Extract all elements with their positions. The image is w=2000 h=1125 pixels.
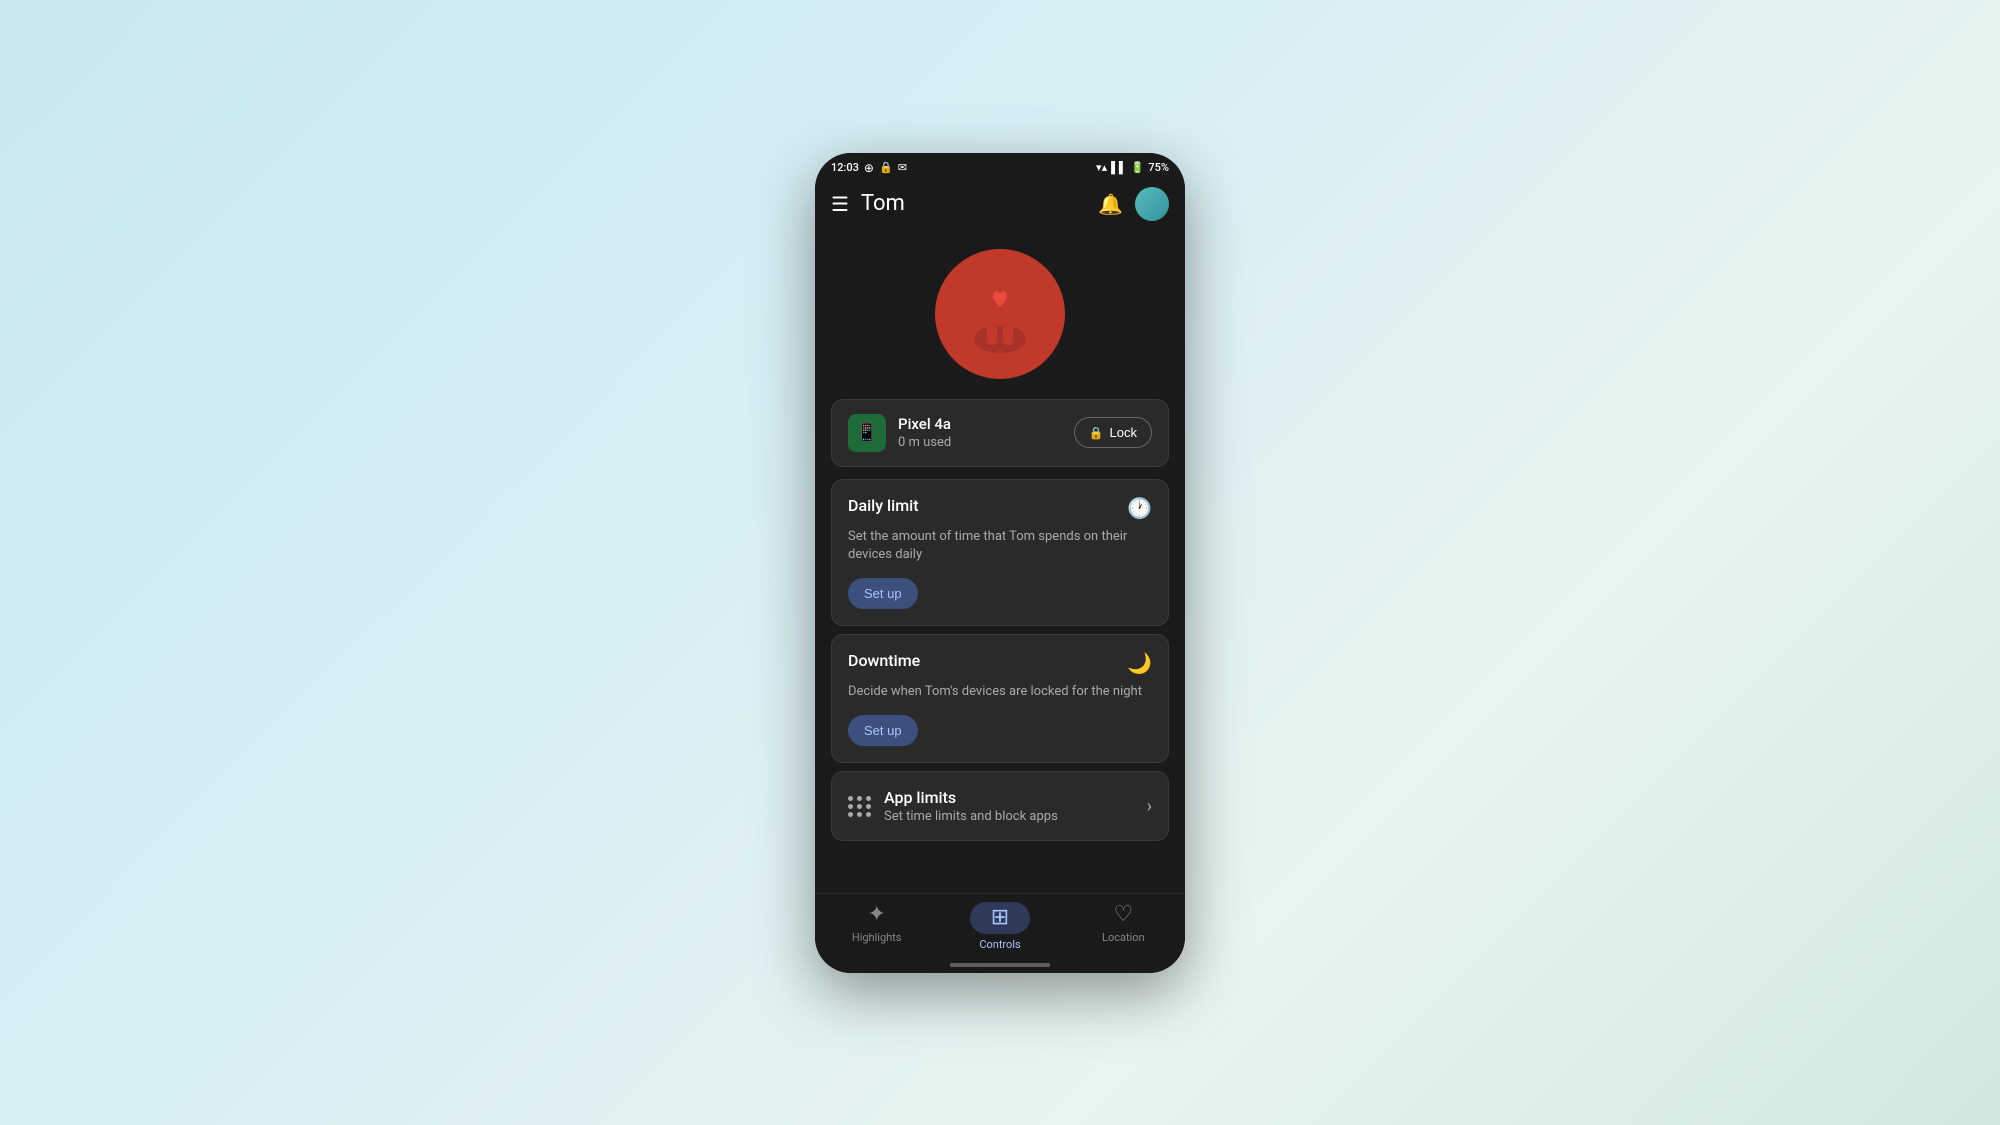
phone-icon: 📱 [856,422,878,443]
location-label: Location [1102,931,1145,944]
hotspot-icon: ⊕ [864,161,874,175]
downtime-header: Downtime 🌙 [848,651,1152,675]
daily-limit-desc: Set the amount of time that Tom spends o… [848,528,1152,564]
app-limits-title: App limits [884,788,1147,807]
app-limits-card[interactable]: App limits Set time limits and block app… [831,771,1169,841]
battery-icon: 🔋 [1131,161,1145,174]
wifi-icon: ▾▴ [1096,161,1107,174]
chevron-right-icon: › [1147,796,1152,817]
device-card: 📱 Pixel 4a 0 m used 🔒 Lock [831,399,1169,467]
page-title: Tom [861,191,905,216]
highlights-icon: ✦ [867,902,885,927]
profile-avatar [935,249,1065,379]
profile-section [815,233,1185,399]
grid-icon [848,796,872,817]
signal-icon: ▌▌ [1111,161,1127,174]
downtime-card: Downtime 🌙 Decide when Tom's devices are… [831,634,1169,763]
nav-highlights[interactable]: ✦ Highlights [815,902,938,944]
bottom-nav: ✦ Highlights ⊞ Controls ♡ Location [815,893,1185,973]
main-content: 📱 Pixel 4a 0 m used 🔒 Lock Daily limit 🕐… [815,233,1185,973]
device-icon-wrap: 📱 [848,414,886,452]
message-icon: ✉ [898,161,907,174]
device-info: Pixel 4a 0 m used [898,415,1074,450]
app-limits-desc: Set time limits and block apps [884,809,1147,824]
menu-icon[interactable]: ☰ [831,192,849,216]
top-bar: ☰ Tom 🔔 [815,179,1185,233]
daily-limit-card: Daily limit 🕐 Set the amount of time tha… [831,479,1169,626]
nav-location[interactable]: ♡ Location [1062,902,1185,944]
downtime-desc: Decide when Tom's devices are locked for… [848,683,1152,701]
downtime-setup-button[interactable]: Set up [848,715,918,746]
bell-icon[interactable]: 🔔 [1098,192,1123,216]
home-indicator [950,963,1050,967]
user-avatar[interactable] [1135,187,1169,221]
top-bar-left: ☰ Tom [831,191,905,216]
location-icon: ♡ [1113,902,1133,927]
device-name: Pixel 4a [898,415,1074,433]
lock-button-icon: 🔒 [1089,426,1104,440]
profile-avatar-svg [955,269,1045,359]
daily-limit-header: Daily limit 🕐 [848,496,1152,520]
battery-percent: 75% [1148,161,1169,174]
highlights-label: Highlights [852,931,902,944]
top-bar-right: 🔔 [1098,187,1169,221]
nav-controls[interactable]: ⊞ Controls [938,902,1061,951]
status-time: 12:03 [831,161,859,174]
clock-icon: 🕐 [1127,496,1152,520]
controls-icon: ⊞ [991,905,1009,930]
status-bar-left: 12:03 ⊕ 🔒 ✉ [831,161,907,175]
daily-limit-title: Daily limit [848,496,919,515]
daily-limit-setup-button[interactable]: Set up [848,578,918,609]
lock-button[interactable]: 🔒 Lock [1074,417,1152,448]
status-bar-right: ▾▴ ▌▌ 🔋 75% [1096,161,1169,174]
lock-status-icon: 🔒 [879,161,893,174]
device-usage: 0 m used [898,435,1074,450]
lock-button-label: Lock [1110,425,1137,440]
moon-icon: 🌙 [1127,651,1152,675]
status-bar: 12:03 ⊕ 🔒 ✉ ▾▴ ▌▌ 🔋 75% [815,153,1185,179]
app-limits-text: App limits Set time limits and block app… [884,788,1147,824]
controls-label: Controls [979,938,1020,951]
downtime-title: Downtime [848,651,920,670]
controls-active-pill: ⊞ [970,902,1030,934]
